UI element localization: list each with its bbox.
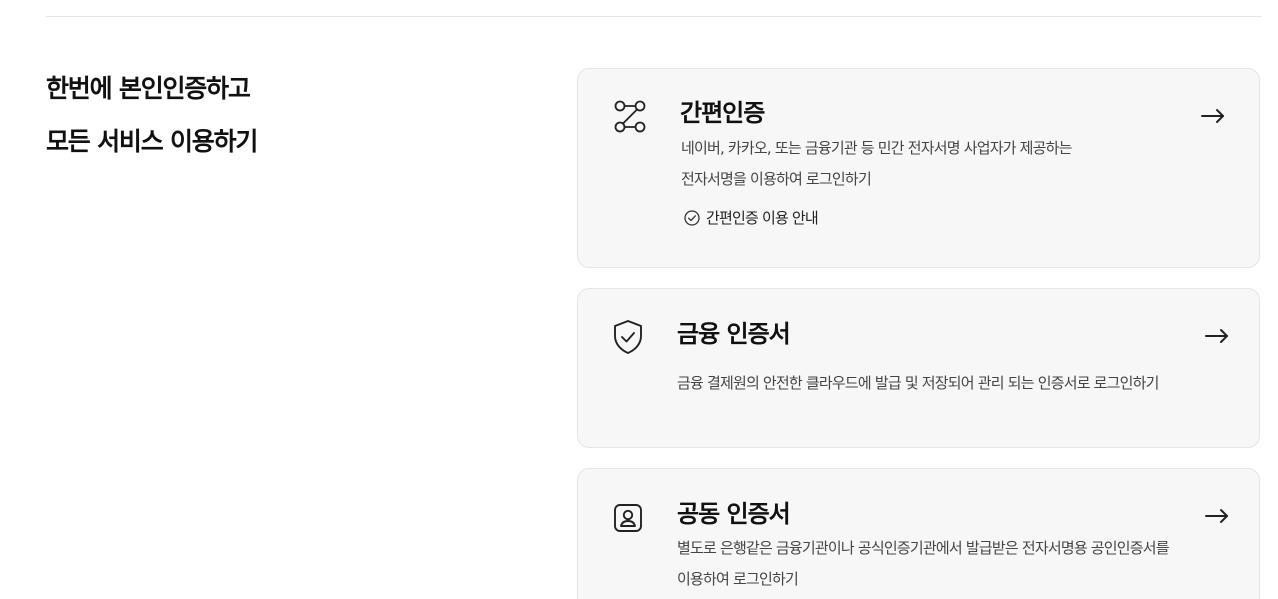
simple-auth-desc-line-1: 네이버, 카카오, 또는 금융기관 등 민간 전자서명 사업자가 제공하는 xyxy=(681,139,1072,157)
top-divider xyxy=(46,16,1262,17)
arrow-right-icon[interactable] xyxy=(1204,507,1230,525)
simple-auth-card[interactable]: 간편인증 네이버, 카카오, 또는 금융기관 등 민간 전자서명 사업자가 제공… xyxy=(577,68,1260,268)
simple-auth-guide-label: 간편인증 이용 안내 xyxy=(706,209,819,227)
route-nodes-icon xyxy=(612,97,648,133)
check-circle-icon xyxy=(684,209,700,226)
finance-cert-title: 금융 인증서 xyxy=(677,320,791,348)
simple-auth-desc-line-2: 전자서명을 이용하여 로그인하기 xyxy=(681,170,872,188)
headline-line-2: 모든 서비스 이용하기 xyxy=(46,127,258,156)
joint-cert-desc-line-1: 별도로 은행같은 금융기관이나 공식인증기관에서 발급받은 전자서명용 공인인증… xyxy=(677,539,1170,557)
shield-check-icon xyxy=(612,319,648,355)
joint-cert-desc-line-2: 이용하여 로그인하기 xyxy=(677,570,799,588)
finance-cert-card[interactable]: 금융 인증서 금융 결제원의 안전한 클라우드에 발급 및 저장되어 관리 되는… xyxy=(577,288,1260,448)
page-headline: 한번에 본인인증하고 모든 서비스 이용하기 xyxy=(46,62,258,168)
user-badge-icon xyxy=(613,503,649,539)
arrow-right-icon[interactable] xyxy=(1204,327,1230,345)
arrow-right-icon[interactable] xyxy=(1200,107,1226,125)
finance-cert-desc: 금융 결제원의 안전한 클라우드에 발급 및 저장되어 관리 되는 인증서로 로… xyxy=(677,374,1159,392)
joint-cert-card[interactable]: 공동 인증서 별도로 은행같은 금융기관이나 공식인증기관에서 발급받은 전자서… xyxy=(577,468,1260,599)
joint-cert-title: 공동 인증서 xyxy=(677,500,791,528)
simple-auth-title: 간편인증 xyxy=(680,99,765,127)
simple-auth-guide-link[interactable]: 간편인증 이용 안내 xyxy=(684,207,819,228)
headline-line-1: 한번에 본인인증하고 xyxy=(46,74,251,103)
page: 한번에 본인인증하고 모든 서비스 이용하기 간편인증 네이버, 카카오, 또는… xyxy=(0,0,1278,599)
